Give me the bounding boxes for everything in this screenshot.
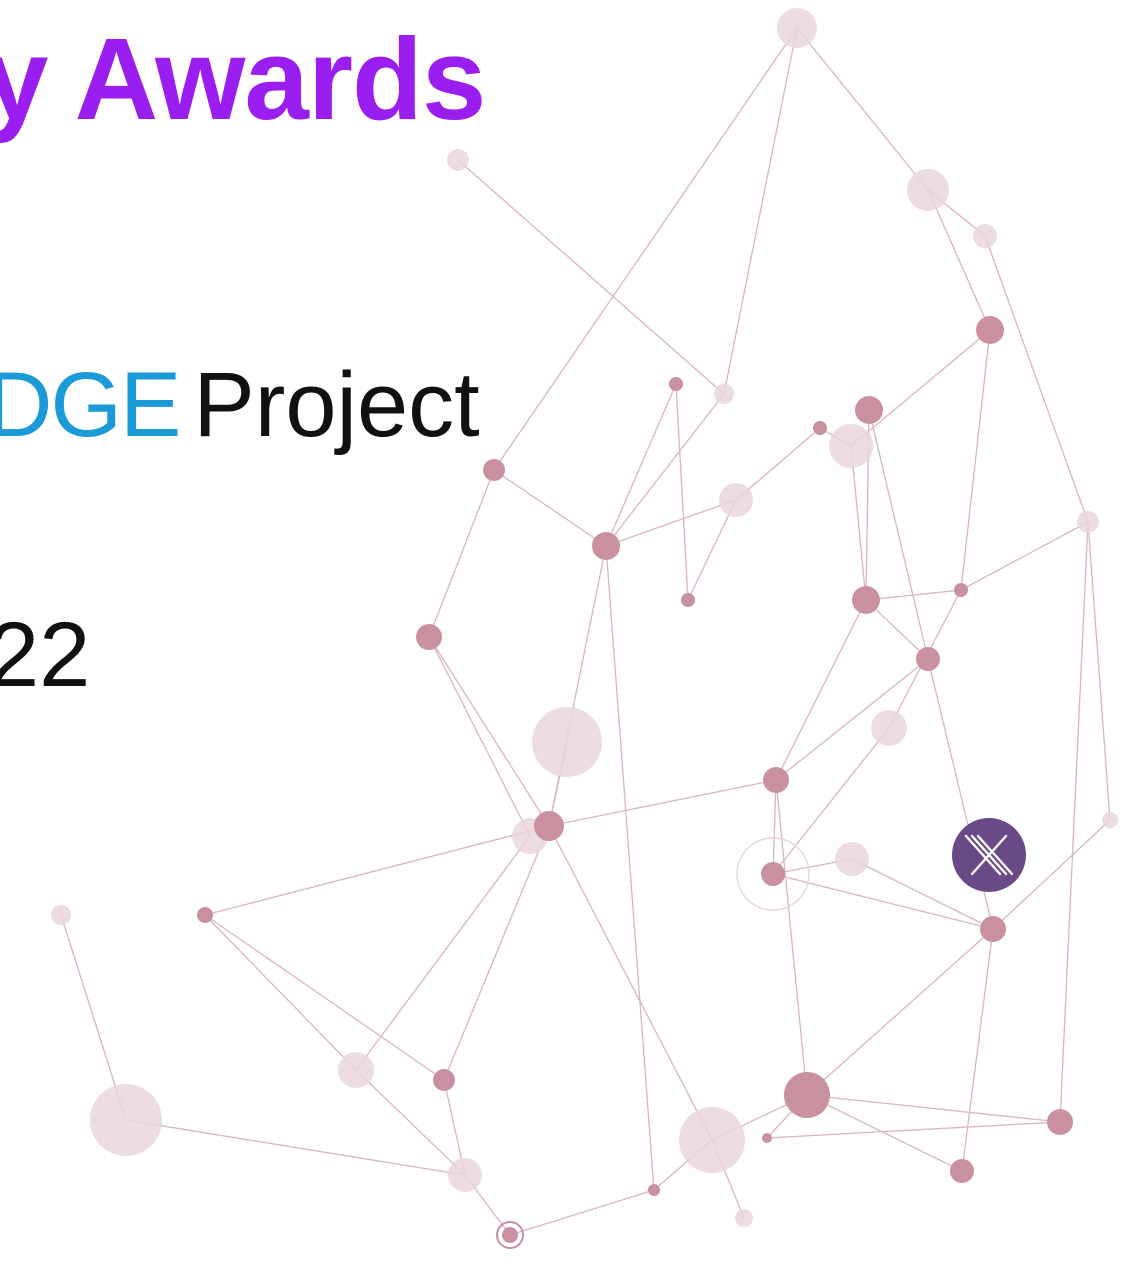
- network-node: [416, 624, 442, 650]
- network-edge: [806, 1094, 963, 1172]
- network-edge: [961, 928, 994, 1172]
- network-edge: [355, 835, 531, 1071]
- network-node: [679, 1107, 745, 1173]
- network-node: [784, 1072, 830, 1118]
- network-edge: [850, 445, 867, 601]
- network-node: [829, 424, 873, 468]
- network-node: [1077, 511, 1099, 533]
- network-node: [681, 593, 695, 607]
- network-edge: [443, 825, 550, 1081]
- network-edge: [723, 27, 798, 395]
- network-edge: [428, 636, 531, 837]
- network-edge: [766, 1121, 1061, 1139]
- awards-title: y Awards: [0, 14, 486, 144]
- network-node: [980, 916, 1006, 942]
- network-edge: [605, 545, 655, 1191]
- network-node: [448, 1158, 482, 1192]
- network-node: [719, 483, 753, 517]
- network-edges: [60, 27, 1111, 1236]
- network-node: [338, 1052, 374, 1088]
- network-node: [433, 1069, 455, 1091]
- network-edge: [1087, 521, 1111, 821]
- network-edge: [806, 928, 994, 1096]
- network-nodes: [51, 8, 1118, 1249]
- network-edge: [960, 329, 991, 591]
- network-node: [852, 586, 880, 614]
- network-edge: [775, 658, 929, 781]
- network-edge: [984, 235, 1089, 523]
- network-node: [532, 707, 602, 777]
- network-node: [483, 459, 505, 481]
- network-edge: [960, 521, 1089, 591]
- project-line: DGE Project: [0, 350, 480, 460]
- network-node: [777, 8, 817, 48]
- network-edge: [457, 159, 725, 395]
- network-edge: [806, 1094, 1061, 1123]
- project-word: Project: [193, 354, 480, 456]
- network-node: [534, 811, 564, 841]
- network-edge: [428, 636, 550, 827]
- network-node: [1102, 812, 1118, 828]
- network-node: [197, 907, 213, 923]
- network-edge: [204, 914, 445, 1081]
- network-edge: [204, 825, 550, 916]
- network-node: [447, 149, 469, 171]
- x-logo-icon: [952, 818, 1026, 892]
- network-edge: [605, 393, 725, 547]
- network-edge: [509, 1189, 655, 1236]
- network-node: [1047, 1109, 1073, 1135]
- network-node: [714, 384, 734, 404]
- network-node: [51, 905, 71, 925]
- network-edge: [428, 469, 495, 638]
- network-node: [735, 1209, 753, 1227]
- network-node: [648, 1184, 660, 1196]
- network-edge: [775, 779, 808, 1096]
- network-node: [976, 316, 1004, 344]
- network-node: [592, 532, 620, 560]
- network-edge: [125, 1119, 466, 1176]
- network-edge: [927, 189, 991, 331]
- network-node: [916, 647, 940, 671]
- network-edge: [1059, 521, 1089, 1123]
- network-edge: [548, 779, 777, 827]
- network-edge: [493, 27, 798, 471]
- network-node: [835, 842, 869, 876]
- network-node: [950, 1159, 974, 1183]
- network-node: [973, 224, 997, 248]
- network-edge: [605, 383, 677, 547]
- network-node: [669, 377, 683, 391]
- network-node: [762, 1133, 772, 1143]
- network-edge: [850, 329, 991, 447]
- network-node: [907, 169, 949, 211]
- network-edge: [772, 779, 777, 875]
- network-background: [51, 8, 1118, 1249]
- network-edge: [675, 383, 689, 601]
- network-node: [813, 421, 827, 435]
- network-node: [871, 710, 907, 746]
- network-edge: [868, 409, 929, 660]
- network-edge: [493, 469, 607, 547]
- network-node: [761, 862, 785, 886]
- network-node: [855, 396, 883, 424]
- network-edge: [775, 599, 867, 781]
- network-node: [502, 1227, 518, 1243]
- project-brand-name: DGE: [0, 354, 181, 456]
- network-edge: [204, 914, 357, 1071]
- network-node: [90, 1084, 162, 1156]
- year-fragment: 22: [0, 604, 91, 706]
- network-edge: [796, 27, 929, 191]
- network-node: [954, 583, 968, 597]
- network-node: [763, 767, 789, 793]
- network-edge: [605, 499, 737, 547]
